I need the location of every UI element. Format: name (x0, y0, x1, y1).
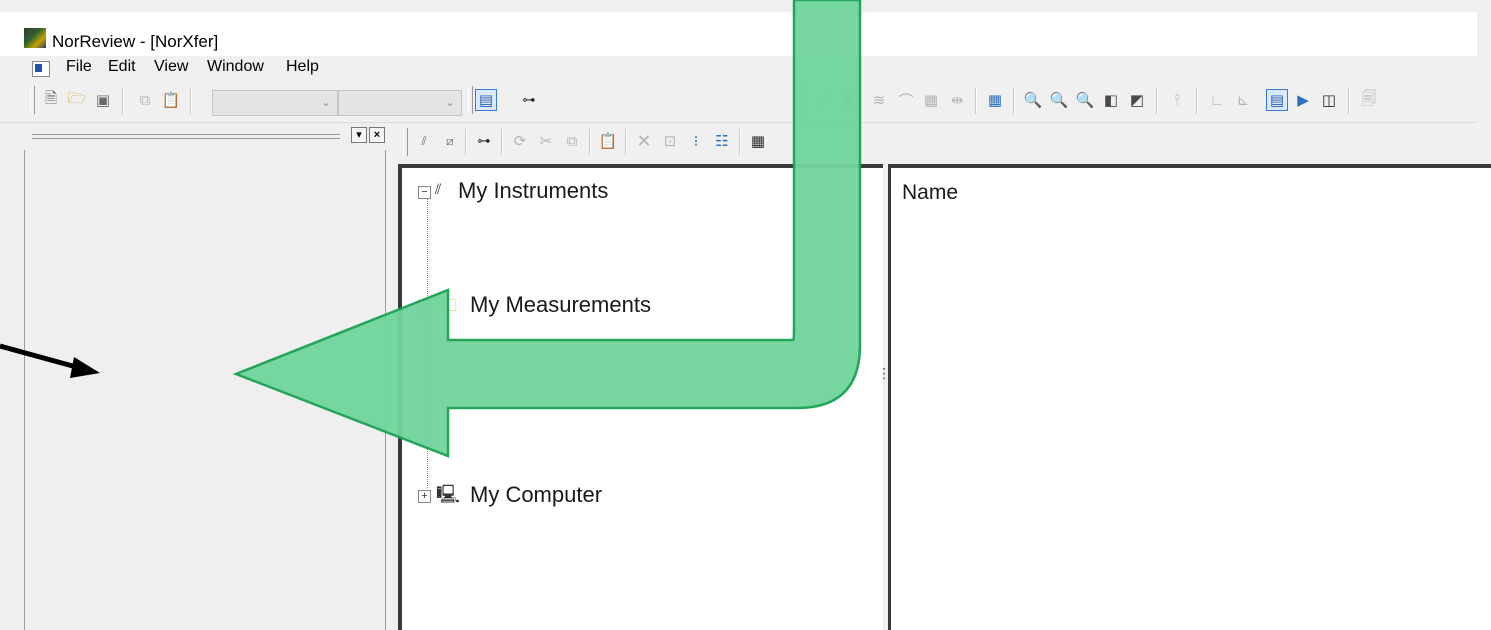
delete-icon[interactable]: ✕ (633, 130, 655, 152)
toolbar-grip[interactable] (468, 86, 473, 114)
axis-icon[interactable]: ⫯ (1166, 89, 1188, 111)
zoom-out-icon[interactable]: 🔍 (1048, 89, 1070, 111)
toolbar-separator (190, 88, 192, 114)
large-icons-icon[interactable]: ⊡ (659, 130, 681, 152)
line-graph-icon[interactable]: ⟋ (812, 89, 834, 111)
panel-caption-grip[interactable] (32, 134, 340, 139)
panel-left-border (24, 150, 25, 630)
menu-window[interactable]: Window (207, 58, 264, 76)
toolbar-separator (1348, 88, 1350, 114)
curve-icon[interactable]: ⌒ (895, 89, 917, 111)
window-title: NorReview - [NorXfer] (52, 32, 219, 51)
tree-icon-instruments: ⫽ (435, 181, 442, 197)
menu-help[interactable]: Help (286, 58, 319, 76)
properties-icon[interactable]: 🗐 (1358, 89, 1380, 111)
play-icon[interactable]: ▶ (1292, 89, 1314, 111)
bar-graph-icon[interactable]: ▮ (838, 89, 860, 111)
tree-node-my-measurements[interactable]: My Measurements (470, 292, 651, 318)
toolbar-grip[interactable] (403, 128, 408, 156)
tree-node-my-computer[interactable]: My Computer (470, 482, 602, 508)
splitter-grip: ⋮ (877, 365, 891, 381)
list-icon[interactable]: ⁝ (685, 130, 707, 152)
title-bar: NorReview - [NorXfer] (0, 12, 1477, 56)
toolbar-separator (1196, 88, 1198, 114)
waterfall-icon[interactable]: ≋ (868, 89, 890, 111)
panel-menu-icon[interactable]: ▾ (351, 127, 367, 143)
copy-icon[interactable]: ⧉ (561, 130, 583, 152)
toolbar-separator (122, 88, 124, 114)
tree-toolbar: ⫽ ⧄ ⊶ ⟳ ✂ ⧉ 📋 ✕ ⊡ ⁝ ☷ ▦ (403, 124, 1491, 160)
view-icon[interactable]: ▤ (1266, 89, 1288, 111)
open-icon[interactable]: 🗁 (66, 89, 88, 111)
toolbar-separator (501, 129, 503, 155)
zoom-box-icon[interactable]: ◧ (1100, 89, 1122, 111)
menu-bar: File Edit View Window Help (0, 56, 1477, 80)
app-icon (24, 28, 46, 48)
toolbar-grip[interactable] (30, 86, 35, 114)
paste-icon[interactable]: 📋 (597, 130, 619, 152)
grid-icon[interactable]: ▦ (984, 89, 1006, 111)
toolbar-separator (975, 88, 977, 114)
toolbar-separator (589, 129, 591, 155)
combo-box-2[interactable]: ⌄ (338, 90, 462, 116)
document-menu-icon[interactable] (32, 61, 50, 77)
copy-icon[interactable]: ⧉ (134, 89, 156, 111)
toolbar-separator (465, 129, 467, 155)
column-header-name[interactable]: Name (902, 181, 958, 205)
toolbar-separator (1013, 88, 1015, 114)
axis-log-icon[interactable]: ⊾ (1232, 89, 1254, 111)
app-window: NorReview - [NorXfer] File Edit View Win… (0, 0, 1491, 630)
cut-icon[interactable]: ✂ (535, 130, 557, 152)
tree-icon[interactable]: ⊶ (518, 89, 540, 111)
tree-connector (427, 198, 428, 488)
collapse-icon[interactable]: − (418, 300, 431, 313)
window-icon[interactable]: ▤ (475, 89, 497, 111)
panel-icon[interactable]: ◫ (1318, 89, 1340, 111)
disconnect-icon[interactable]: ⧄ (439, 130, 461, 152)
chevron-down-icon: ⌄ (320, 95, 331, 109)
instrument-icon[interactable]: ⫽ (413, 130, 435, 152)
paste-icon[interactable]: 📋 (160, 89, 182, 111)
menu-view[interactable]: View (154, 58, 188, 76)
axis-lin-icon[interactable]: ∟ (1206, 89, 1228, 111)
collapse-icon[interactable]: − (418, 186, 431, 199)
tree-view[interactable] (398, 164, 883, 630)
menu-edit[interactable]: Edit (108, 58, 136, 76)
zoom-in-icon[interactable]: 🔍 (1022, 89, 1044, 111)
cursor-icon[interactable]: ⇹ (946, 89, 968, 111)
combo-box-1[interactable]: ⌄ (212, 90, 338, 116)
details-icon[interactable]: ☷ (711, 130, 733, 152)
table-icon[interactable]: ▦ (747, 130, 769, 152)
report-icon[interactable]: ▦ (920, 89, 942, 111)
toolbar-separator (625, 129, 627, 155)
save-icon[interactable]: ▣ (92, 89, 114, 111)
chevron-down-icon: ⌄ (444, 95, 455, 109)
new-icon[interactable]: 🗎 (40, 89, 62, 111)
expand-icon[interactable]: + (418, 490, 431, 503)
docked-panel (0, 123, 385, 630)
computer-icon: 🖳 (436, 484, 461, 504)
zoom-window-icon[interactable]: ◩ (1126, 89, 1148, 111)
refresh-icon[interactable]: ⟳ (509, 130, 531, 152)
toolbar-grip[interactable] (802, 86, 807, 114)
tree-node-my-instruments[interactable]: My Instruments (458, 178, 608, 204)
list-view[interactable] (888, 164, 1491, 630)
close-icon[interactable]: × (369, 127, 385, 143)
toolbar-separator (739, 129, 741, 155)
folder-icon: 🗀 (439, 295, 457, 315)
panel-right-border (385, 150, 386, 630)
menu-file[interactable]: File (66, 58, 92, 76)
zoom-fit-icon[interactable]: 🔍 (1074, 89, 1096, 111)
toolbar-separator (1156, 88, 1158, 114)
tree-icon[interactable]: ⊶ (473, 130, 495, 152)
